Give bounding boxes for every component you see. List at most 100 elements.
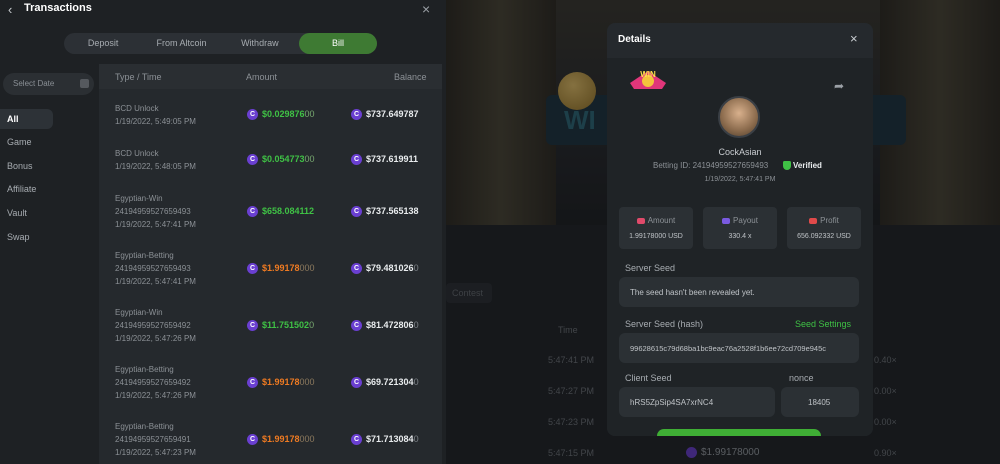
payout-icon: [722, 217, 731, 224]
row-amount: C $1.99178000: [247, 377, 315, 389]
column-amount: Amount: [246, 72, 278, 82]
row-balance: C $737.565138: [351, 206, 419, 218]
verify-button[interactable]: [657, 429, 821, 436]
tab-bill[interactable]: Bill: [298, 33, 377, 54]
row-id: 24194959527659491: [115, 435, 191, 444]
nonce-field[interactable]: 18405: [781, 387, 859, 417]
row-balance: C $737.619911: [351, 154, 418, 166]
coin-icon: C: [247, 154, 258, 166]
coin-icon: C: [247, 263, 258, 275]
row-id: 24194959527659492: [115, 378, 191, 387]
share-icon[interactable]: ➦: [834, 79, 844, 93]
row-type: BCD Unlock: [115, 149, 159, 158]
tab-withdraw[interactable]: Withdraw: [221, 33, 299, 54]
sidebar-item-affiliate[interactable]: Affiliate: [0, 179, 53, 199]
coin-icon: C: [247, 434, 258, 446]
row-time: 1/19/2022, 5:47:23 PM: [115, 448, 196, 457]
row-time: 1/19/2022, 5:47:41 PM: [115, 220, 196, 229]
row-id: 24194959527659492: [115, 321, 191, 330]
back-icon[interactable]: ‹: [8, 2, 12, 17]
profit-icon: [809, 217, 818, 224]
win-badge-icon: WIN: [630, 70, 666, 89]
panel-header: ‹ Transactions ×: [0, 0, 446, 22]
stat-payout-value: 330.4 x: [728, 233, 752, 240]
row-time: 1/19/2022, 5:49:05 PM: [115, 117, 196, 126]
server-seed-field: The seed hasn't been revealed yet.: [619, 277, 859, 307]
stat-amount-value: 1.99178000 USD: [629, 233, 683, 240]
row-amount: C $0.05477300: [247, 154, 315, 166]
stat-profit: Profit 656.092332 USD: [787, 207, 861, 249]
row-time: 1/19/2022, 5:48:05 PM: [115, 162, 196, 171]
app-root: WI Time 5:47:41 PM 5:47:27 PM 5:47:23 PM…: [0, 0, 1000, 464]
row-balance: C $79.4810260: [351, 263, 419, 275]
close-icon[interactable]: ×: [422, 1, 430, 17]
client-seed-label: Client Seed: [625, 373, 672, 383]
row-amount: C $11.7515020: [247, 320, 314, 332]
tab-from-altcoin[interactable]: From Altcoin: [142, 33, 220, 54]
row-time: 1/19/2022, 5:47:26 PM: [115, 334, 196, 343]
row-time: 1/19/2022, 5:47:41 PM: [115, 277, 196, 286]
nonce-label: nonce: [789, 373, 814, 383]
row-type: Egyptian-Betting: [115, 422, 174, 431]
row-type: Egyptian-Betting: [115, 251, 174, 260]
server-seed-hash-label: Server Seed (hash): [625, 319, 704, 329]
coin-icon: C: [247, 320, 258, 332]
row-type: Egyptian-Betting: [115, 365, 174, 374]
tab-deposit[interactable]: Deposit: [64, 33, 142, 54]
coin-icon: C: [351, 320, 362, 332]
stat-amount: Amount 1.99178000 USD: [619, 207, 693, 249]
row-type: Egyptian-Win: [115, 194, 163, 203]
client-seed-field[interactable]: hRS5ZpSip4SA7xrNC4: [619, 387, 775, 417]
calendar-icon: [80, 79, 89, 88]
row-balance: C $81.4728060: [351, 320, 419, 332]
sidebar-item-all[interactable]: All: [0, 109, 53, 129]
server-seed-label: Server Seed: [625, 263, 676, 273]
sidebar-item-swap[interactable]: Swap: [0, 227, 53, 247]
modal-close-icon[interactable]: ×: [850, 31, 858, 46]
details-modal: Details × WIN ➦ CockAsian Betting ID: 24…: [607, 23, 873, 436]
coin-icon: C: [247, 109, 258, 121]
coin-icon: C: [351, 263, 362, 275]
row-type: BCD Unlock: [115, 104, 159, 113]
amount-icon: [636, 217, 645, 224]
modal-title: Details: [618, 34, 651, 45]
verified-badge: Verified: [783, 161, 822, 171]
list-header: Type / Time Amount Balance: [99, 64, 442, 89]
bet-time: 1/19/2022, 5:47:41 PM: [704, 176, 776, 183]
row-id: 24194959527659493: [115, 264, 191, 273]
win-badge-text: WIN: [640, 70, 656, 79]
coin-icon: C: [351, 206, 362, 218]
seed-settings-link[interactable]: Seed Settings: [795, 319, 851, 329]
stat-payout: Payout 330.4 x: [703, 207, 777, 249]
coin-icon: C: [351, 434, 362, 446]
date-select[interactable]: Select Date: [3, 73, 94, 95]
coin-icon: C: [351, 377, 362, 389]
row-balance: C $71.7130840: [351, 434, 419, 446]
date-select-label: Select Date: [13, 79, 55, 88]
panel-title: Transactions: [24, 2, 92, 14]
coin-icon: C: [247, 377, 258, 389]
column-balance: Balance: [394, 72, 427, 82]
user-name[interactable]: CockAsian: [607, 147, 873, 157]
sidebar-item-game[interactable]: Game: [0, 132, 53, 152]
row-amount: C $658.084112: [247, 206, 314, 218]
avatar: [718, 96, 760, 138]
row-id: 24194959527659493: [115, 207, 191, 216]
transaction-list: Type / Time Amount Balance BCD Unlock 1/…: [99, 64, 442, 464]
row-time: 1/19/2022, 5:47:26 PM: [115, 391, 196, 400]
coin-icon: C: [351, 154, 362, 166]
sidebar-item-bonus[interactable]: Bonus: [0, 156, 53, 176]
row-amount: C $1.99178000: [247, 434, 315, 446]
sidebar-item-vault[interactable]: Vault: [0, 203, 53, 223]
row-balance: C $69.7213040: [351, 377, 419, 389]
shield-icon: [783, 161, 791, 171]
betting-id: Betting ID: 24194959527659493: [653, 161, 769, 170]
row-amount: C $1.99178000: [247, 263, 315, 275]
server-seed-hash-field[interactable]: 99628615c79d68ba1bc9eac76a2528f1b6ee72cd…: [619, 333, 859, 363]
row-type: Egyptian-Win: [115, 308, 163, 317]
row-balance: C $737.649787: [351, 109, 419, 121]
row-amount: C $0.02987600: [247, 109, 315, 121]
transaction-tabs: Deposit From Altcoin Withdraw Bill: [64, 33, 377, 54]
coin-icon: C: [247, 206, 258, 218]
coin-icon: C: [351, 109, 362, 121]
